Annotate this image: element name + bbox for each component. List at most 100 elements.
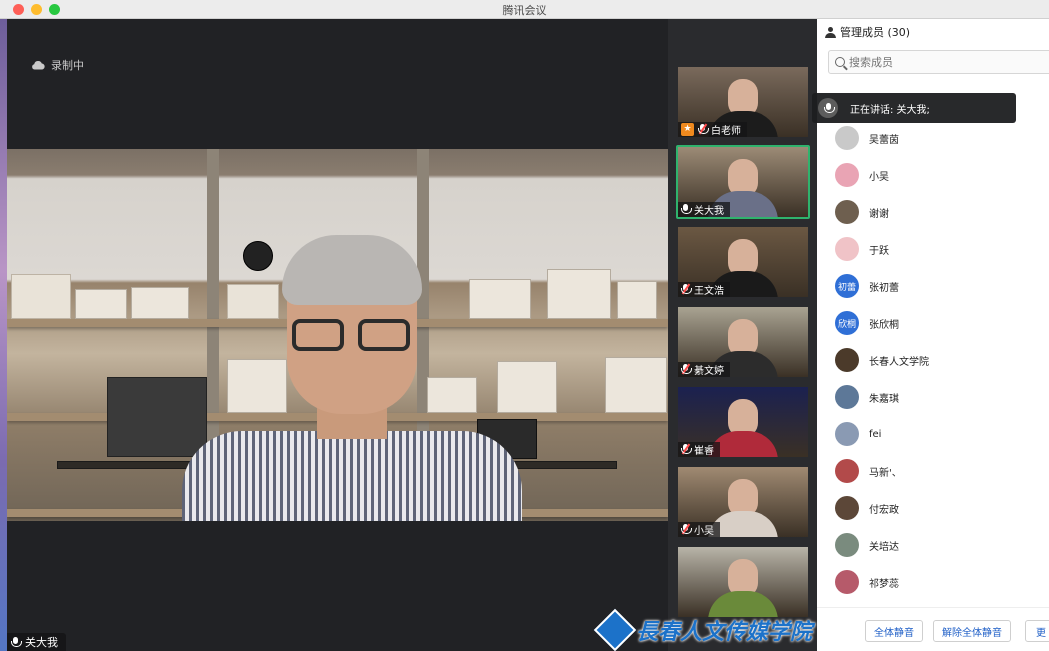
participant-name-tag: 王文浩 [678, 282, 730, 297]
member-name: 小吴 [869, 171, 889, 183]
member-search[interactable] [828, 50, 1049, 74]
unmute-all-button[interactable]: 解除全体静音 [933, 620, 1011, 642]
member-row[interactable]: 于跃 [835, 236, 889, 262]
member-row[interactable]: fei [835, 421, 881, 447]
mic-muted-icon [698, 123, 709, 135]
member-avatar [835, 126, 859, 150]
book-row [547, 269, 611, 319]
speaker-figure [182, 235, 522, 521]
participant-tile[interactable]: ★ 白老师 [676, 65, 810, 139]
participant-name-tag: 关大我 [678, 202, 730, 217]
book-row [605, 357, 667, 413]
member-avatar [835, 200, 859, 224]
speaker-shirt [182, 431, 522, 521]
recording-indicator: 录制中 [31, 57, 84, 73]
member-row[interactable]: 朱嘉琪 [835, 384, 899, 410]
participant-tile[interactable]: 王文浩 [676, 225, 810, 299]
member-name: 张初蕾 [869, 282, 899, 294]
member-avatar: 欣桐 [835, 311, 859, 335]
participant-name-tag: 小吴 [678, 522, 720, 537]
speaker-hair [282, 235, 422, 305]
college-logo-icon [593, 608, 637, 651]
participant-name: 崔睿 [694, 446, 714, 457]
window-title: 腾讯会议 [502, 4, 547, 17]
gallery-strip: ★ 白老师关大我王文浩綦文婷崔睿小吴 [668, 19, 817, 651]
book-stack [75, 289, 127, 319]
member-avatar [835, 348, 859, 372]
participant-name: 关大我 [694, 206, 724, 217]
speaker-video-frame [7, 149, 668, 521]
member-avatar [835, 422, 859, 446]
speaking-label: 正在讲话: 关大我; [850, 104, 930, 116]
mic-icon [824, 103, 835, 114]
meeting-window: 腾讯会议 录制中 关大我 ★ 白老师 关大我 王文浩 綦文婷 崔睿 小吴 管理成… [0, 0, 1049, 651]
member-name: 于跃 [869, 245, 889, 257]
participant-name-tag: ★ 白老师 [678, 122, 747, 137]
panel-header: 管理成员 (30) [825, 24, 910, 40]
member-row[interactable]: 长春人文学院 [835, 347, 929, 373]
more-button[interactable]: 更 [1025, 620, 1049, 642]
mic-icon [11, 636, 22, 648]
watermark-text: 長春人文传媒学院 [636, 619, 813, 645]
speaking-indicator: 正在讲话: 关大我; [812, 93, 1016, 123]
participant-name: 白老师 [711, 126, 741, 137]
member-row[interactable]: 付宏政 [835, 495, 899, 521]
panel-footer: 全体静音 解除全体静音 更 [817, 607, 1049, 651]
recording-label: 录制中 [51, 59, 84, 72]
main-speaker-name: 关大我 [25, 636, 58, 649]
member-row[interactable]: 小吴 [835, 162, 889, 188]
member-avatar [835, 237, 859, 261]
member-avatar [835, 459, 859, 483]
participant-tile[interactable] [676, 545, 810, 619]
mic-muted-icon [681, 283, 692, 295]
member-name: 吴蕾茵 [869, 134, 899, 146]
book-stack [617, 281, 657, 319]
members-icon [825, 26, 836, 38]
member-avatar [835, 385, 859, 409]
member-name: 马新'、 [869, 467, 902, 479]
mic-muted-icon [681, 443, 692, 455]
member-row[interactable]: 初蕾 张初蕾 [835, 273, 899, 299]
speaker-glasses [292, 319, 414, 353]
panel-title: 管理成员 (30) [840, 26, 911, 39]
mic-muted-icon [681, 523, 692, 535]
member-avatar [835, 163, 859, 187]
mic-icon [681, 204, 692, 215]
member-row[interactable]: 谢谢 [835, 199, 889, 225]
college-watermark: 長春人文传媒学院 [593, 608, 813, 651]
mic-muted-icon [681, 363, 692, 375]
member-name: 朱嘉琪 [869, 393, 899, 405]
member-name: 长春人文学院 [869, 356, 929, 368]
member-name: 谢谢 [869, 208, 889, 220]
member-avatar [835, 570, 859, 594]
member-name: 关培达 [869, 541, 899, 553]
member-row[interactable]: 吴蕾茵 [835, 125, 899, 151]
participant-tile[interactable]: 小吴 [676, 465, 810, 539]
member-avatar [835, 496, 859, 520]
member-row[interactable]: 马新'、 [835, 458, 902, 484]
participant-name-tag: 綦文婷 [678, 362, 730, 377]
member-avatar: 初蕾 [835, 274, 859, 298]
participant-name-tag: 崔睿 [678, 442, 720, 457]
title-bar: 腾讯会议 [0, 0, 1049, 19]
member-row[interactable]: 祁梦蕊 [835, 569, 899, 595]
participant-name: 小吴 [694, 526, 714, 537]
member-row[interactable]: 关培达 [835, 532, 899, 558]
participant-tile[interactable]: 关大我 [676, 145, 810, 219]
cloud-icon [32, 61, 45, 70]
participant-tile[interactable]: 綦文婷 [676, 305, 810, 379]
mute-all-button[interactable]: 全体静音 [865, 620, 923, 642]
member-name: 付宏政 [869, 504, 899, 516]
storage-box [11, 274, 71, 319]
member-name: 张欣桐 [869, 319, 899, 331]
desktop-edge [0, 19, 7, 651]
member-avatar [835, 533, 859, 557]
member-name: fei [869, 428, 882, 440]
member-row[interactable]: 欣桐 张欣桐 [835, 310, 899, 336]
book-stack [131, 287, 189, 319]
member-search-input[interactable] [849, 55, 1039, 69]
member-name: 祁梦蕊 [869, 578, 899, 590]
participant-tile[interactable]: 崔睿 [676, 385, 810, 459]
main-video[interactable]: 录制中 关大我 [7, 19, 668, 651]
host-icon: ★ [681, 123, 694, 136]
